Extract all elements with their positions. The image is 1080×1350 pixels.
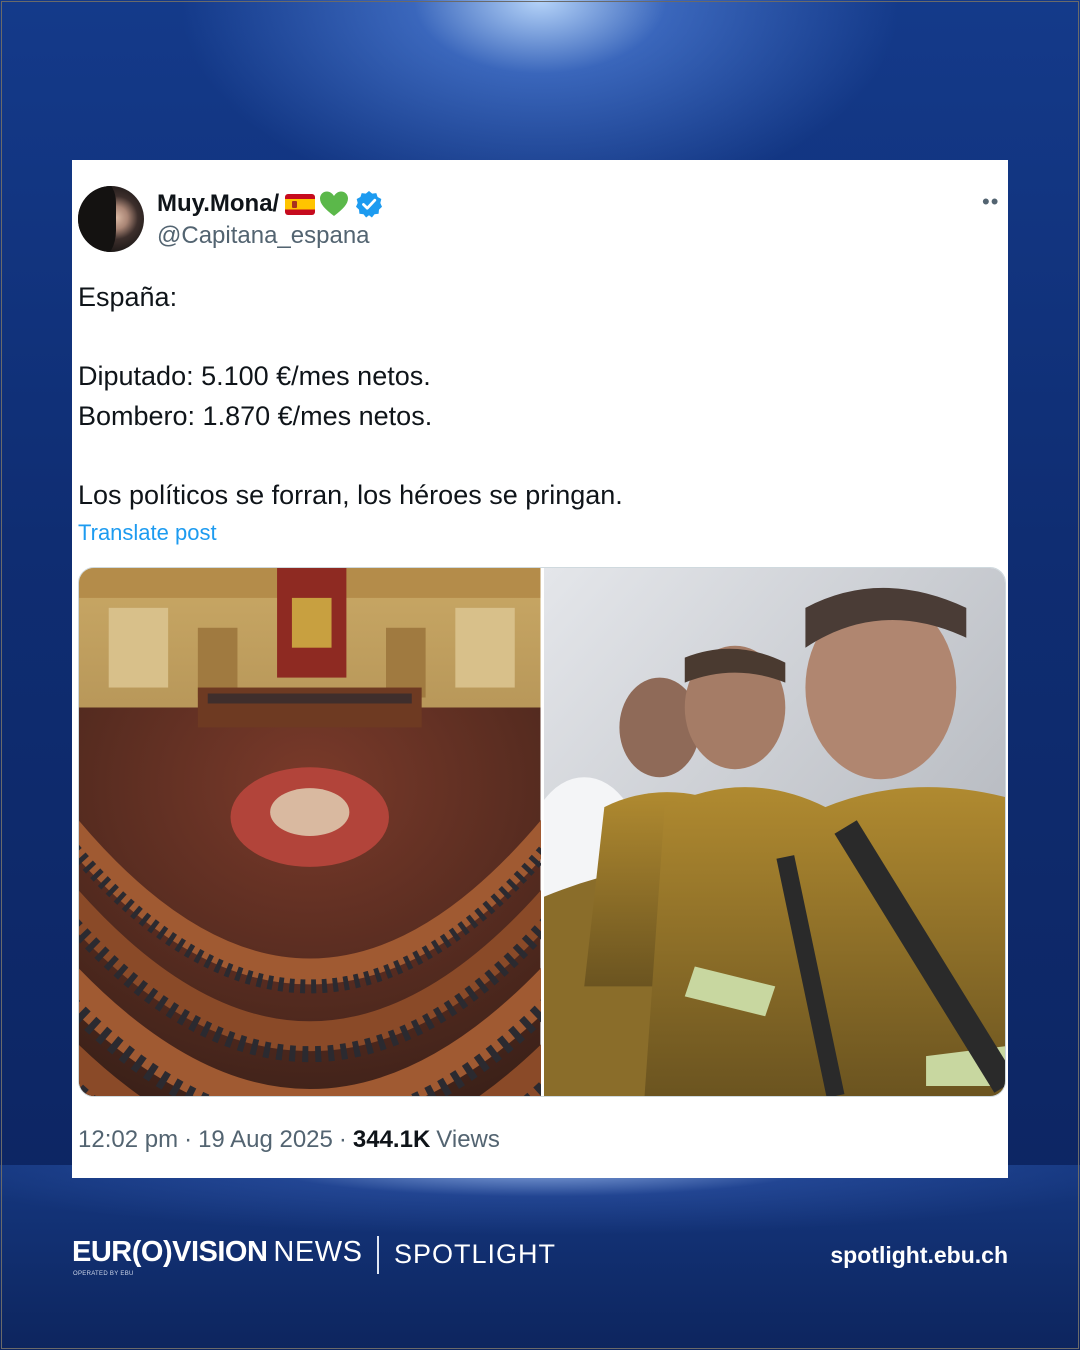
parliament-image [79,568,541,1096]
post-date[interactable]: 19 Aug 2025 [198,1126,333,1154]
author-handle[interactable]: @Capitana_espana [157,222,370,250]
post-text-line: Bombero: 1.870 €/mes netos. [78,400,433,431]
translate-post-link[interactable]: Translate post [78,520,217,546]
avatar[interactable] [78,186,144,252]
post-meta: 12:02 pm · 19 Aug 2025 · 344.1K Views [78,1126,500,1154]
verified-badge-icon[interactable] [355,190,383,218]
post-card: Muy.Mona/ @Capitana_espana •• España: Di… [72,160,1008,1178]
program-name: SPOTLIGHT [394,1239,557,1269]
green-heart-icon [320,191,349,216]
post-media[interactable] [78,567,1006,1097]
meta-separator: · [184,1126,193,1153]
firefighters-photo[interactable] [543,568,1005,1096]
views-label: Views [436,1126,500,1153]
views-count: 344.1K [352,1126,431,1153]
avatar-hair [78,186,116,252]
spain-flag-icon [285,193,316,215]
more-options-icon[interactable]: •• [982,191,999,213]
post-text-line: Los políticos se forran, los héroes se p… [78,479,623,510]
post-text-line: Diputado: 5.100 €/mes netos. [78,361,431,391]
footer: EUR(O)VISION NEWS OPERATED BY EBU SPOTLI… [72,1236,1008,1286]
post-text: España: Diputado: 5.100 €/mes netos. Bom… [78,278,978,515]
eurovision-news-logo: EUR(O)VISION NEWS [72,1236,362,1269]
display-name[interactable]: Muy.Mona/ [157,190,279,218]
post-time[interactable]: 12:02 pm [78,1126,178,1154]
site-url[interactable]: spotlight.ebu.ch [830,1242,1008,1269]
author-name-row: Muy.Mona/ [157,188,383,220]
post-text-line: España: [78,282,178,312]
brand-name: EUR(O)VISION [72,1236,268,1268]
meta-separator: · [338,1126,347,1153]
footer-divider [377,1236,379,1274]
brand-suffix: NEWS [273,1236,363,1268]
parliament-photo[interactable] [79,568,541,1096]
brand-subtitle: OPERATED BY EBU [73,1271,134,1277]
firefighters-image [543,568,1005,1096]
